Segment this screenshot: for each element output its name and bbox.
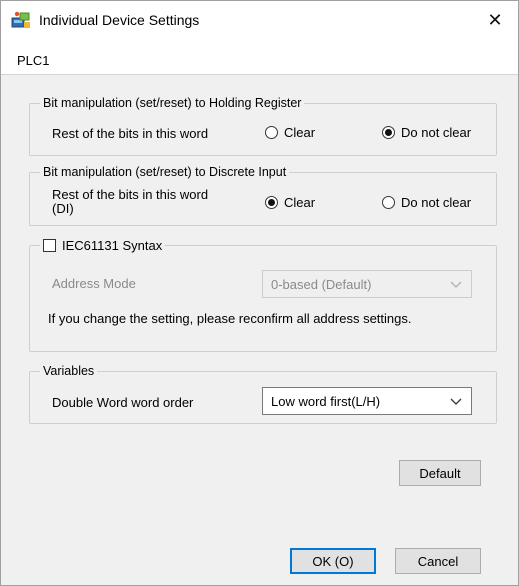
iec-syntax-label: IEC61131 Syntax xyxy=(62,238,163,253)
discrete-input-group: Bit manipulation (set/reset) to Discrete… xyxy=(29,165,497,226)
radio-selected-icon xyxy=(265,196,278,209)
discrete-input-rest-label: Rest of the bits in this word xyxy=(52,187,209,202)
iec-syntax-checkbox[interactable]: IEC61131 Syntax xyxy=(40,238,166,253)
cancel-button[interactable]: Cancel xyxy=(395,548,481,574)
chevron-down-icon xyxy=(449,394,463,408)
holding-register-do-not-clear-radio[interactable]: Do not clear xyxy=(382,125,471,140)
dialog-window: Individual Device Settings ✕ PLC1 Bit ma… xyxy=(0,0,519,586)
device-settings-icon xyxy=(11,11,31,29)
address-mode-dropdown[interactable]: 0-based (Default) xyxy=(262,270,472,298)
holding-register-group: Bit manipulation (set/reset) to Holding … xyxy=(29,96,497,156)
window-title: Individual Device Settings xyxy=(39,12,200,28)
iec-syntax-group: IEC61131 Syntax Address Mode 0-based (De… xyxy=(29,238,497,352)
default-button[interactable]: Default xyxy=(399,460,481,486)
discrete-input-rest-label-suffix: (DI) xyxy=(52,201,74,216)
tab-plc1[interactable]: PLC1 xyxy=(17,53,50,68)
double-word-order-value: Low word first(L/H) xyxy=(271,393,381,409)
reconfirm-note: If you change the setting, please reconf… xyxy=(48,311,412,326)
discrete-input-do-not-clear-radio[interactable]: Do not clear xyxy=(382,195,471,210)
radio-icon xyxy=(265,126,278,139)
radio-label: Clear xyxy=(284,195,316,210)
tab-strip: PLC1 xyxy=(1,39,518,75)
settings-pane: Bit manipulation (set/reset) to Holding … xyxy=(1,75,518,585)
radio-label: Clear xyxy=(284,125,316,140)
variables-legend: Variables xyxy=(40,364,98,378)
address-mode-label: Address Mode xyxy=(52,276,136,291)
checkbox-icon xyxy=(43,239,56,252)
title-bar[interactable]: Individual Device Settings ✕ xyxy=(1,1,518,39)
radio-label: Do not clear xyxy=(401,125,472,140)
holding-register-legend: Bit manipulation (set/reset) to Holding … xyxy=(40,96,305,110)
discrete-input-clear-radio[interactable]: Clear xyxy=(265,195,315,210)
holding-register-clear-radio[interactable]: Clear xyxy=(265,125,315,140)
double-word-order-dropdown[interactable]: Low word first(L/H) xyxy=(262,387,472,415)
radio-label: Do not clear xyxy=(401,195,472,210)
chevron-down-icon xyxy=(449,277,463,291)
address-mode-value: 0-based (Default) xyxy=(271,276,372,292)
discrete-input-legend: Bit manipulation (set/reset) to Discrete… xyxy=(40,165,290,179)
double-word-order-label: Double Word word order xyxy=(52,395,194,410)
holding-register-rest-label: Rest of the bits in this word xyxy=(52,126,209,141)
radio-selected-icon xyxy=(382,126,395,139)
radio-icon xyxy=(382,196,395,209)
close-icon[interactable]: ✕ xyxy=(472,1,518,39)
ok-button[interactable]: OK (O) xyxy=(290,548,376,574)
variables-group: Variables Double Word word order Low wor… xyxy=(29,364,497,424)
